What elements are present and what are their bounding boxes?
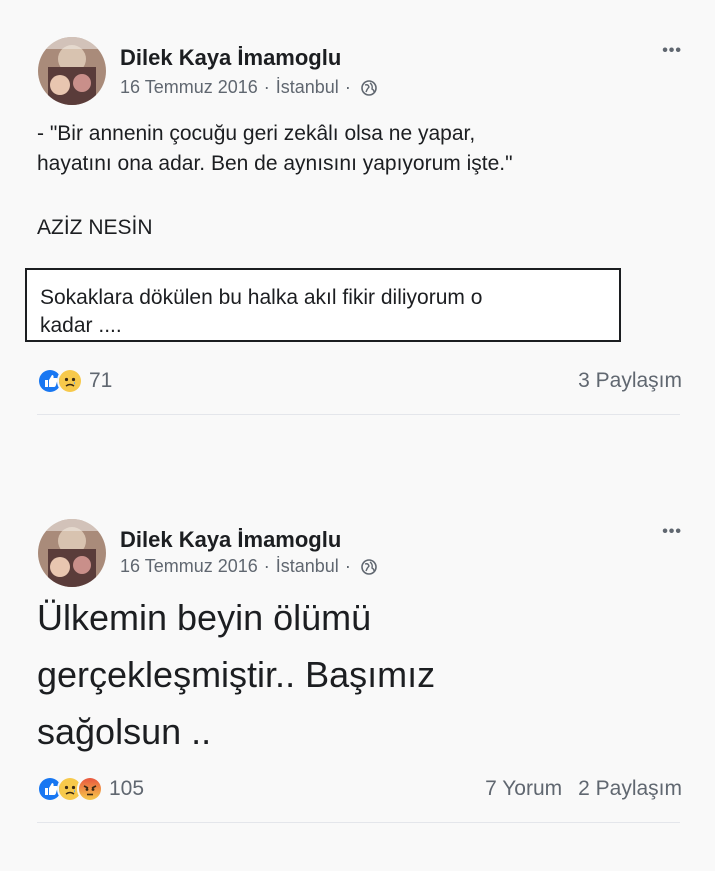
post-stats: 7 Yorum 2 Paylaşım bbox=[485, 777, 682, 801]
quote-author: AZİZ NESİN bbox=[37, 216, 153, 239]
divider bbox=[37, 822, 680, 823]
post-date[interactable]: 16 Temmuz 2016 bbox=[120, 77, 258, 98]
comments-link[interactable]: 7 Yorum bbox=[485, 777, 562, 800]
avatar-photo-icon bbox=[38, 519, 106, 587]
author-name[interactable]: Dilek Kaya İmamoglu bbox=[120, 45, 341, 71]
post-text-line: gerçekleşmiştir.. Başımız bbox=[37, 654, 436, 695]
globe-icon[interactable] bbox=[361, 558, 377, 575]
meta-separator: · bbox=[344, 556, 351, 576]
meta-separator: · bbox=[344, 77, 351, 97]
reactions-summary[interactable]: 71 bbox=[37, 368, 112, 394]
globe-icon[interactable] bbox=[361, 79, 377, 96]
post-text-line: Ülkemin beyin ölümü bbox=[37, 597, 372, 638]
author-avatar[interactable] bbox=[38, 519, 106, 587]
post-text-line: sağolsun .. bbox=[37, 711, 212, 752]
post-text-line: hayatını ona adar. Ben de aynısını yapıy… bbox=[37, 152, 513, 175]
post-location[interactable]: İstanbul bbox=[276, 77, 339, 98]
shares-link[interactable]: 3 Paylaşım bbox=[578, 369, 682, 392]
boxed-text-line: kadar .... bbox=[40, 314, 122, 337]
avatar-photo-icon bbox=[38, 37, 106, 105]
post-location[interactable]: İstanbul bbox=[276, 556, 339, 577]
author-name[interactable]: Dilek Kaya İmamoglu bbox=[120, 527, 341, 553]
author-avatar[interactable] bbox=[38, 37, 106, 105]
more-options-icon[interactable]: ••• bbox=[662, 42, 682, 60]
post-meta: 16 Temmuz 2016 · İstanbul · bbox=[120, 77, 377, 98]
more-options-icon[interactable]: ••• bbox=[662, 523, 682, 541]
post-1: Dilek Kaya İmamoglu 16 Temmuz 2016 · İst… bbox=[0, 0, 715, 420]
meta-separator: · bbox=[263, 556, 270, 576]
highlighted-text-box: Sokaklara dökülen bu halka akıl fikir di… bbox=[25, 268, 621, 342]
sad-reaction-icon bbox=[57, 368, 83, 394]
post-meta: 16 Temmuz 2016 · İstanbul · bbox=[120, 556, 377, 577]
post-date[interactable]: 16 Temmuz 2016 bbox=[120, 556, 258, 577]
post-2: Dilek Kaya İmamoglu 16 Temmuz 2016 · İst… bbox=[0, 500, 715, 840]
angry-reaction-icon bbox=[77, 776, 103, 802]
post-stats: 3 Paylaşım bbox=[578, 369, 682, 393]
post-text-line: - "Bir annenin çocuğu geri zekâlı olsa n… bbox=[37, 122, 476, 145]
meta-separator: · bbox=[263, 77, 270, 97]
reaction-count[interactable]: 71 bbox=[89, 369, 112, 393]
reaction-count[interactable]: 105 bbox=[109, 777, 144, 801]
shares-link[interactable]: 2 Paylaşım bbox=[578, 777, 682, 800]
boxed-text-line: Sokaklara dökülen bu halka akıl fikir di… bbox=[40, 286, 483, 309]
divider bbox=[37, 414, 680, 415]
reactions-summary[interactable]: 105 bbox=[37, 776, 144, 802]
